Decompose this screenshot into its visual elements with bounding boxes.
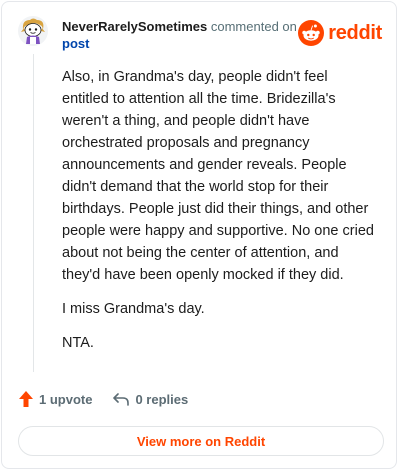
brand-name: reddit [328, 21, 382, 44]
reddit-logo-icon [298, 20, 325, 46]
replies-button[interactable]: 0 replies [112, 391, 188, 407]
reply-count: 0 replies [135, 391, 189, 407]
avatar[interactable] [18, 16, 48, 46]
comment-embed-card: NeverRarelySometimes commented on post r… [1, 1, 397, 469]
action-text: commented on [210, 19, 297, 34]
view-more-on-reddit-button[interactable]: View more on Reddit [18, 426, 384, 456]
post-link[interactable]: post [62, 36, 89, 51]
comment-paragraph: I miss Grandma's day. [62, 301, 205, 317]
comment-paragraph: Also, in Grandma's day, people didn't fe… [62, 69, 374, 283]
reply-arrow-icon [113, 393, 130, 406]
comment-body: Also, in Grandma's day, people didn't fe… [62, 66, 378, 366]
upvote-button[interactable]: 1 upvote [18, 390, 92, 408]
upvote-arrow-icon [19, 391, 33, 407]
thread-line [33, 54, 34, 372]
snoo-avatar-icon [18, 16, 48, 46]
upvote-count: 1 upvote [39, 391, 93, 407]
comment-actions: 1 upvote 0 replies [18, 390, 208, 408]
username-link[interactable]: NeverRarelySometimes [62, 19, 207, 34]
reddit-brand[interactable]: reddit [298, 20, 382, 46]
comment-paragraph: NTA. [62, 335, 94, 351]
comment-header: NeverRarelySometimes commented on post [62, 18, 302, 52]
